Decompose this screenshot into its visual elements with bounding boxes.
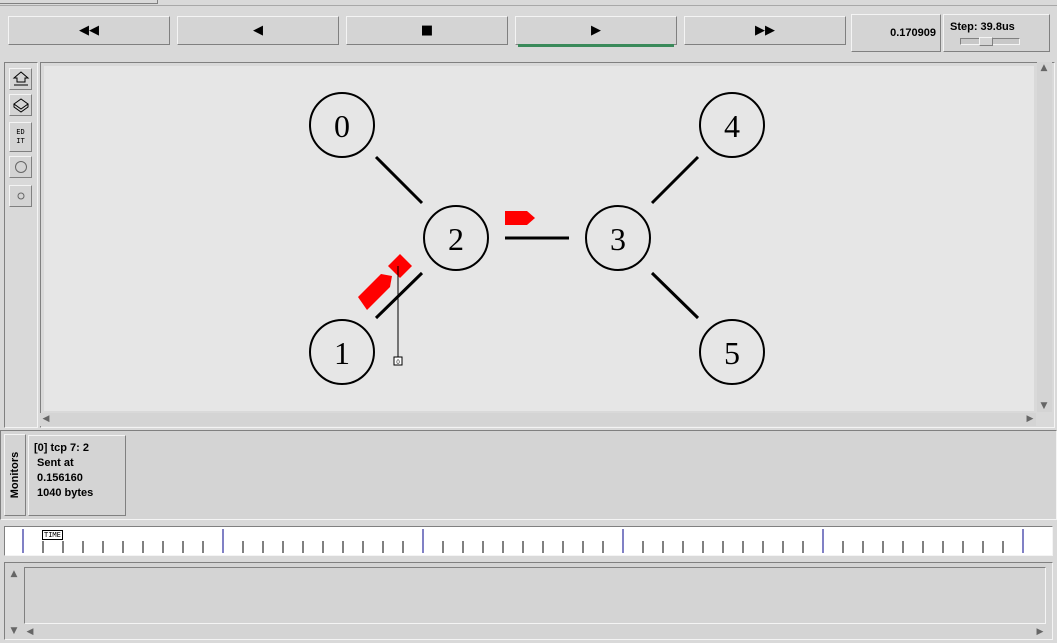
fast-rewind-button[interactable]: ◀◀ xyxy=(8,16,170,45)
packet-selected[interactable] xyxy=(388,254,412,278)
canvas-vertical-scrollbar[interactable]: ▲ ▼ xyxy=(1037,62,1052,412)
node-5-label: 5 xyxy=(724,335,740,371)
packet-1-2[interactable] xyxy=(358,274,392,310)
node-large-button[interactable] xyxy=(9,156,32,178)
node-1[interactable]: 1 xyxy=(309,319,375,385)
fast-rewind-icon: ◀◀ xyxy=(79,23,99,38)
monitors-tab: Monitors xyxy=(4,434,26,516)
fast-forward-icon: ▶▶ xyxy=(755,23,775,38)
circle-large-icon xyxy=(14,161,27,173)
timeline-slider[interactable]: TIME xyxy=(4,526,1053,556)
monitor-line-1: [0] tcp 7: 2 xyxy=(34,442,90,454)
timeline-ticks xyxy=(22,529,1024,553)
node-2[interactable]: 2 xyxy=(423,205,489,271)
current-time-value: 0.170909 xyxy=(890,27,936,39)
fast-forward-button[interactable]: ▶▶ xyxy=(684,16,846,45)
packet-2-3[interactable] xyxy=(505,211,535,225)
node-small-button[interactable] xyxy=(9,185,32,207)
zoom-in-button[interactable] xyxy=(9,68,32,90)
trace-scroll-right-icon[interactable]: ▶ xyxy=(1034,626,1046,638)
step-back-button[interactable]: ◀ xyxy=(177,16,339,45)
play-button[interactable]: ▶ xyxy=(515,16,677,47)
node-3[interactable]: 3 xyxy=(585,205,651,271)
packet-monitor[interactable]: [0] tcp 7: 2 Sent at 0.156160 1040 bytes xyxy=(28,435,126,516)
trace-scroll-up-icon[interactable]: ▲ xyxy=(8,568,20,580)
zoom-in-icon xyxy=(12,71,29,86)
step-label: Step: 39.8us xyxy=(950,21,1015,33)
play-active-indicator xyxy=(518,44,674,47)
step-control: Step: 39.8us xyxy=(943,14,1050,52)
current-time-display: 0.170909 xyxy=(851,14,941,52)
zoom-out-icon xyxy=(12,98,29,113)
node-4-label: 4 xyxy=(724,108,740,144)
node-1-label: 1 xyxy=(334,335,350,371)
scroll-right-icon[interactable]: ▶ xyxy=(1024,413,1036,425)
step-slider-thumb[interactable] xyxy=(979,37,993,46)
edit-label-top: ED xyxy=(16,128,25,136)
time-marker-label: TIME xyxy=(44,531,61,539)
node-0[interactable]: 0 xyxy=(309,92,375,158)
menu-tab[interactable] xyxy=(0,0,158,4)
node-4[interactable]: 4 xyxy=(699,92,765,158)
edit-label-bottom: IT xyxy=(16,137,25,145)
trace-scroll-down-icon[interactable]: ▼ xyxy=(8,625,20,637)
circle-small-icon xyxy=(17,192,24,200)
topology-svg: 0 1 2 3 4 5 0 xyxy=(309,92,765,385)
zoom-out-button[interactable] xyxy=(9,94,32,116)
time-marker[interactable]: TIME xyxy=(42,530,63,540)
edit-button[interactable]: ED IT xyxy=(9,122,32,152)
monitors-tab-label: Monitors xyxy=(9,451,22,499)
play-icon: ▶ xyxy=(591,23,601,38)
node-2-label: 2 xyxy=(448,221,464,257)
link-0-2 xyxy=(374,155,424,205)
monitor-line-2: Sent at 0.156160 xyxy=(37,457,83,484)
tool-panel xyxy=(4,62,38,428)
trace-area xyxy=(24,567,1046,624)
network-canvas[interactable]: 0 1 2 3 4 5 0 xyxy=(44,66,1034,411)
scroll-down-icon[interactable]: ▼ xyxy=(1038,400,1050,412)
monitor-line-3: 1040 bytes xyxy=(37,487,94,499)
canvas-horizontal-scrollbar[interactable]: ◀ ▶ xyxy=(40,413,1036,426)
stop-button[interactable]: ■ xyxy=(346,16,508,45)
scroll-left-icon[interactable]: ◀ xyxy=(40,413,52,425)
menubar xyxy=(0,0,1057,6)
monitors-pane xyxy=(0,430,1057,520)
scroll-up-icon[interactable]: ▲ xyxy=(1038,62,1050,74)
link-3-5 xyxy=(650,271,700,320)
node-0-label: 0 xyxy=(334,108,350,144)
stop-icon: ■ xyxy=(420,23,434,38)
trace-scroll-left-icon[interactable]: ◀ xyxy=(24,626,36,638)
step-back-icon: ◀ xyxy=(253,23,263,38)
node-5[interactable]: 5 xyxy=(699,319,765,385)
node-3-label: 3 xyxy=(610,221,626,257)
link-3-4 xyxy=(650,155,700,205)
